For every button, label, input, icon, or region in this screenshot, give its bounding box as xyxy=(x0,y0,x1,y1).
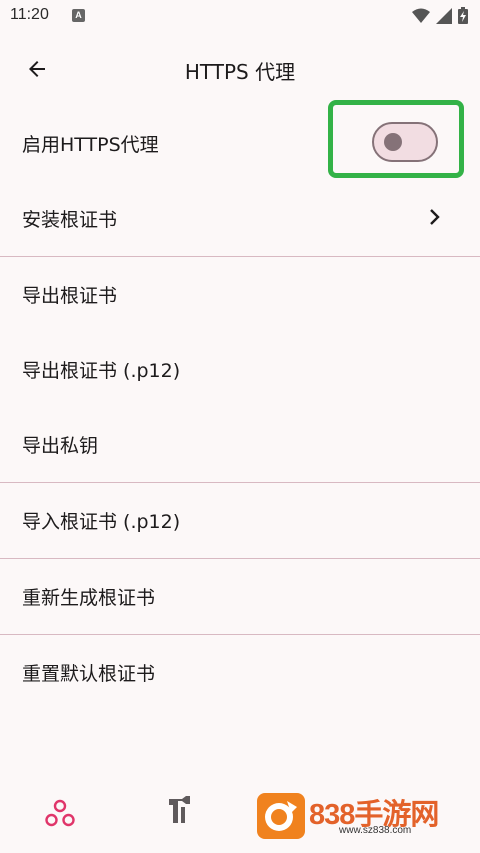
chevron-right-icon xyxy=(430,209,440,225)
home-dots-icon[interactable] xyxy=(44,797,76,829)
setting-import-root-cert-p12[interactable]: 导入根证书 (.p12) xyxy=(0,483,480,558)
setting-label: 重置默认根证书 xyxy=(22,663,156,685)
setting-label: 导出根证书 (.p12) xyxy=(22,360,181,382)
https-proxy-toggle[interactable] xyxy=(372,122,438,162)
dragon-logo-icon xyxy=(265,801,297,831)
toggle-thumb xyxy=(384,133,402,151)
battery-icon xyxy=(458,7,468,24)
watermark-logo-icon xyxy=(257,793,305,839)
page-title: HTTPS 代理 xyxy=(184,60,296,84)
setting-label: 安装根证书 xyxy=(22,209,118,231)
setting-label: 启用HTTPS代理 xyxy=(22,134,159,156)
wifi-icon xyxy=(412,8,430,23)
tools-icon[interactable] xyxy=(166,795,194,825)
setting-reset-default-root-cert[interactable]: 重置默认根证书 xyxy=(0,635,480,710)
app-bar: HTTPS 代理 xyxy=(0,40,480,98)
status-bar: 11:20 A xyxy=(0,0,480,34)
setting-label: 导入根证书 (.p12) xyxy=(22,511,181,533)
setting-regenerate-root-cert[interactable]: 重新生成根证书 xyxy=(0,559,480,634)
status-icons xyxy=(412,7,468,24)
watermark-url: www.sz838.com xyxy=(339,825,412,836)
settings-list: 启用HTTPS代理 安装根证书 导出根证书 导出根证书 (.p12) 导出私钥 … xyxy=(0,106,480,710)
setting-label: 重新生成根证书 xyxy=(22,587,156,609)
setting-export-private-key[interactable]: 导出私钥 xyxy=(0,407,480,482)
setting-export-root-cert[interactable]: 导出根证书 xyxy=(0,257,480,332)
setting-label: 导出私钥 xyxy=(22,435,99,457)
setting-label: 导出根证书 xyxy=(22,285,118,307)
status-time: 11:20 xyxy=(10,6,49,23)
notification-icon: A xyxy=(72,9,85,22)
signal-icon xyxy=(436,7,452,24)
setting-install-root-cert[interactable]: 安装根证书 xyxy=(0,181,480,256)
setting-export-root-cert-p12[interactable]: 导出根证书 (.p12) xyxy=(0,332,480,407)
watermark: 838手游网 www.sz838.com xyxy=(257,793,453,839)
